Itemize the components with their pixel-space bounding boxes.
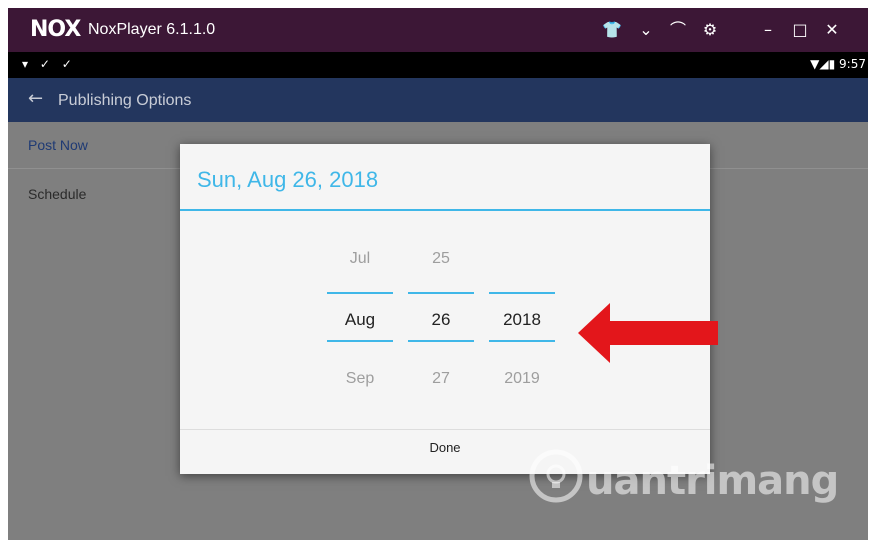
month-divider-top [327, 292, 393, 294]
window-title: NoxPlayer 6.1.1.0 [88, 21, 216, 38]
year-divider-bottom [489, 340, 555, 342]
year-divider-top [489, 292, 555, 294]
month-next[interactable]: Sep [327, 370, 393, 388]
month-prev[interactable]: Jul [327, 250, 393, 268]
pin-icon[interactable]: ⌒ [666, 18, 690, 42]
header-divider [180, 209, 710, 211]
arrow-shape [578, 303, 718, 363]
day-divider-top [408, 292, 474, 294]
gear-icon[interactable]: ⚙ [698, 18, 722, 42]
emulator-window: NOX NoxPlayer 6.1.1.0 👕 ⌄ ⌒ ⚙ – □ ✕ ▾ ✓ … [8, 8, 868, 540]
maximize-icon[interactable]: □ [788, 18, 812, 42]
year-selected[interactable]: 2018 [489, 310, 555, 330]
month-divider-bottom [327, 340, 393, 342]
minimize-icon[interactable]: – [756, 18, 780, 42]
shirt-icon[interactable]: 👕 [600, 18, 624, 42]
month-selected[interactable]: Aug [327, 310, 393, 330]
option-schedule[interactable]: Schedule [28, 186, 86, 202]
android-statusbar: ▾ ✓ ✓ ▼◢▮ 9:57 [8, 52, 868, 78]
day-divider-bottom [408, 340, 474, 342]
selected-date-header: Sun, Aug 26, 2018 [197, 167, 379, 192]
notification-icons: ▾ ✓ ✓ [22, 57, 76, 71]
watermark-logo: uantrimang [528, 448, 839, 508]
done-button[interactable]: Done [180, 440, 710, 455]
chevron-down-icon[interactable]: ⌄ [634, 18, 658, 42]
red-arrow-annotation [578, 303, 718, 363]
lightbulb-icon [529, 449, 583, 503]
done-divider [180, 429, 710, 430]
day-selected[interactable]: 26 [408, 310, 474, 330]
nox-logo: NOX [30, 17, 81, 42]
day-prev[interactable]: 25 [408, 250, 474, 268]
close-icon[interactable]: ✕ [820, 18, 844, 42]
back-arrow-icon[interactable]: ← [28, 88, 43, 109]
post-now-label: Post Now [28, 137, 88, 153]
page-title: Publishing Options [58, 92, 192, 109]
year-next[interactable]: 2019 [489, 370, 555, 388]
app-bar: ← Publishing Options [8, 78, 868, 122]
window-titlebar: NOX NoxPlayer 6.1.1.0 👕 ⌄ ⌒ ⚙ – □ ✕ [8, 8, 868, 52]
day-next[interactable]: 27 [408, 370, 474, 388]
status-right: ▼◢▮ 9:57 [810, 57, 866, 71]
watermark-text: uantrimang [586, 458, 839, 504]
